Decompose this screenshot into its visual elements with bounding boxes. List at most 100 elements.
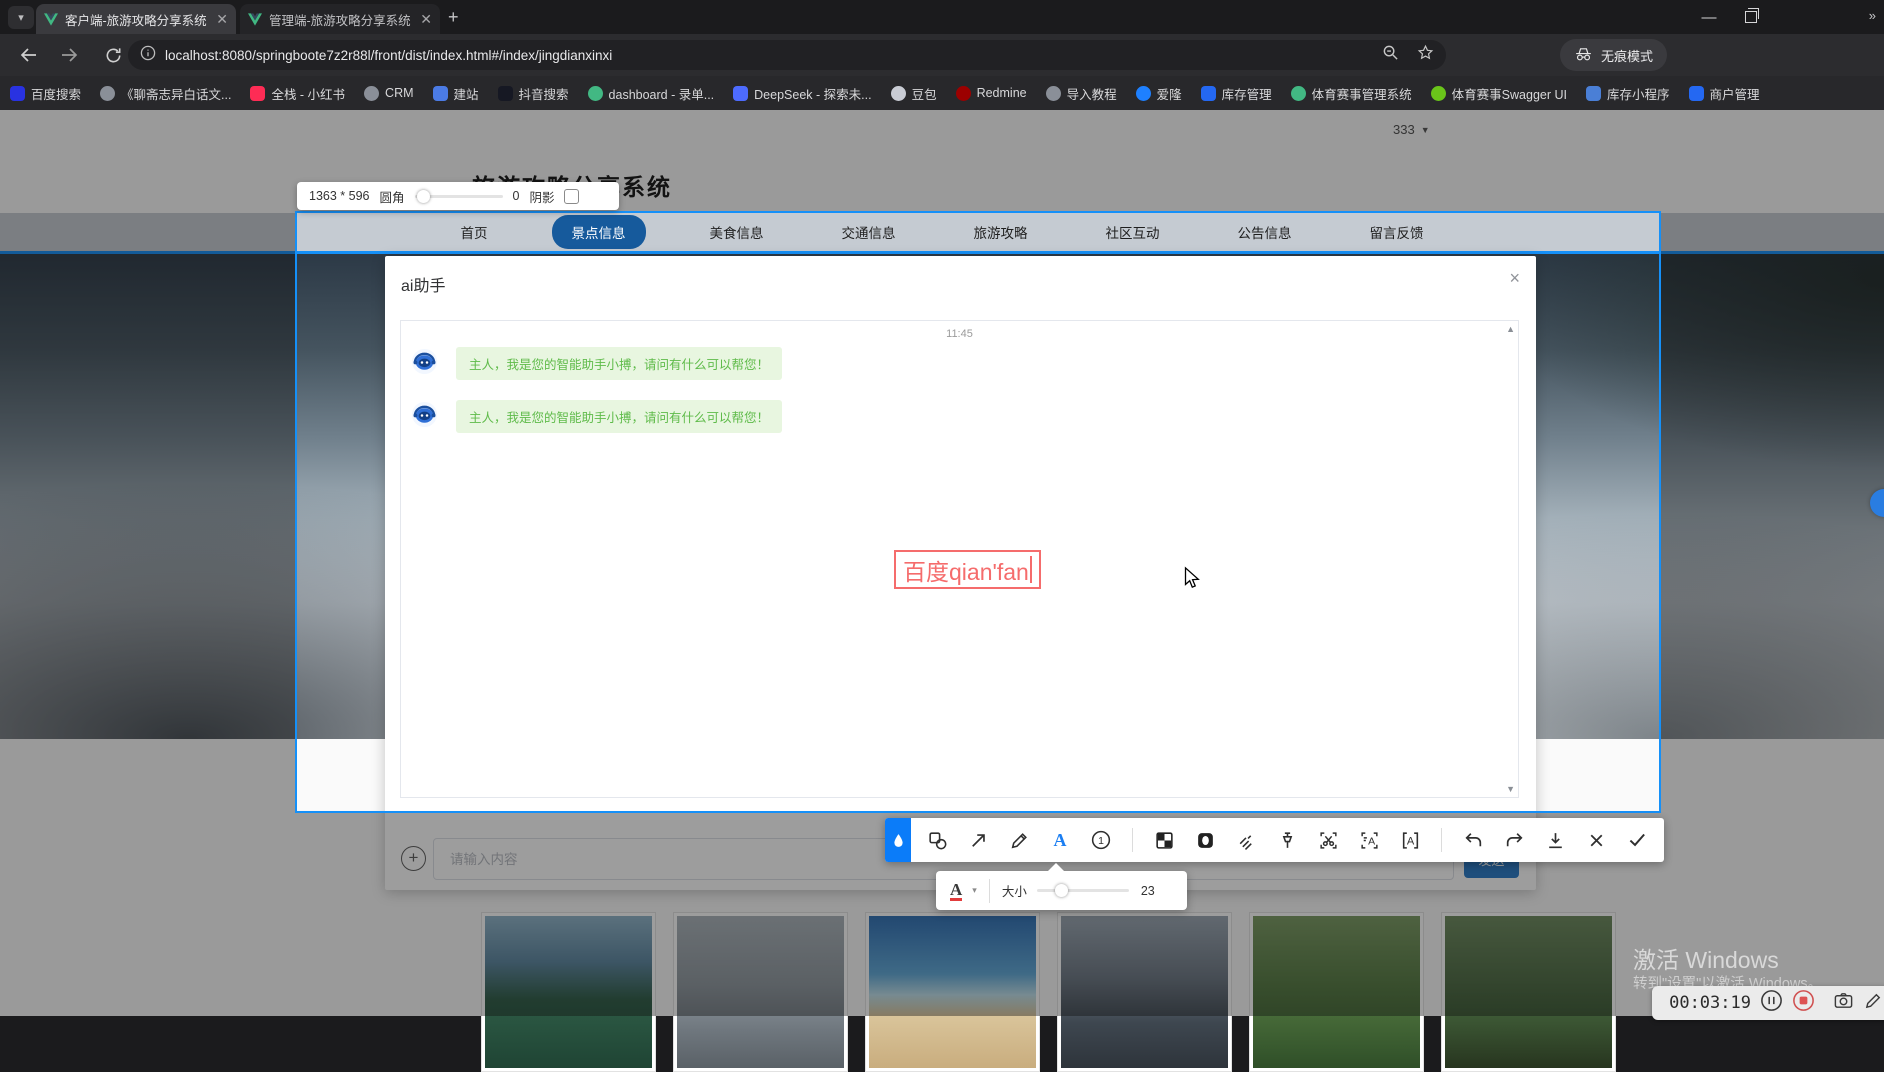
pause-recording-button[interactable] xyxy=(1760,989,1783,1017)
reload-button[interactable] xyxy=(98,40,128,70)
download-icon[interactable] xyxy=(1543,828,1567,852)
zoom-icon[interactable] xyxy=(1382,44,1399,66)
tab-title: 管理端-旅游攻略分享系统 xyxy=(269,10,414,29)
text-annotation-box[interactable]: 百度qian'fan xyxy=(894,550,1041,589)
bookmark-item[interactable]: 《聊斋志异白话文... xyxy=(100,84,231,103)
bookmark-star-icon[interactable] xyxy=(1417,44,1434,66)
text-tool-icon[interactable]: A xyxy=(1048,828,1072,852)
bookmark-favicon xyxy=(588,86,603,101)
blur-tool-icon[interactable] xyxy=(1193,828,1217,852)
bookmark-label: 体育赛事Swagger UI xyxy=(1452,84,1567,103)
cancel-icon[interactable] xyxy=(1584,828,1608,852)
incognito-badge: 无痕模式 xyxy=(1560,39,1667,71)
shadow-checkbox[interactable] xyxy=(564,189,579,204)
bookmark-label: Redmine xyxy=(977,86,1027,100)
bookmark-item[interactable]: 商户管理 xyxy=(1689,84,1760,103)
shadow-label: 阴影 xyxy=(529,187,554,206)
screenshot-camera-button[interactable] xyxy=(1833,990,1854,1016)
forward-button[interactable] xyxy=(56,40,86,70)
toolbar-divider xyxy=(1132,828,1133,852)
mouse-cursor xyxy=(1180,566,1202,595)
popup-divider xyxy=(989,879,990,903)
selection-size-value: 1363 * 596 xyxy=(309,189,369,203)
hatch-tool-icon[interactable] xyxy=(1234,828,1258,852)
window-restore-button[interactable] xyxy=(1730,0,1772,34)
text-options-popup: A ▾ 大小 23 xyxy=(936,871,1187,910)
new-tab-button[interactable]: + xyxy=(448,7,459,27)
pin-tool-icon[interactable] xyxy=(1275,828,1299,852)
bookmark-favicon xyxy=(1689,86,1704,101)
svg-text:1: 1 xyxy=(1098,836,1104,847)
annotate-pencil-button[interactable] xyxy=(1863,990,1884,1016)
ocr-tool-icon[interactable]: A xyxy=(1357,828,1381,852)
bookmark-item[interactable]: 体育赛事Swagger UI xyxy=(1431,84,1567,103)
bookmark-item[interactable]: 建站 xyxy=(433,84,479,103)
bookmark-label: 导入教程 xyxy=(1067,84,1117,103)
cut-tool-icon[interactable] xyxy=(1316,828,1340,852)
bookmark-item[interactable]: Redmine xyxy=(956,86,1027,101)
tab-close-icon[interactable]: ✕ xyxy=(420,11,432,28)
bookmark-label: 库存管理 xyxy=(1222,84,1272,103)
bookmark-label: 商户管理 xyxy=(1710,84,1760,103)
snip-size-bar: 1363 * 596 圆角 0 阴影 xyxy=(297,182,619,210)
tab-title: 客户端-旅游攻略分享系统 xyxy=(65,10,210,29)
bookmark-item[interactable]: CRM xyxy=(364,86,413,101)
url-text: localhost:8080/springboote7z2r88l/front/… xyxy=(165,48,1382,63)
stop-recording-button[interactable] xyxy=(1792,989,1815,1017)
toolbar-divider xyxy=(1441,828,1442,852)
snip-selection-rect[interactable] xyxy=(295,211,1661,813)
bookmark-label: 建站 xyxy=(454,84,479,103)
bookmark-item[interactable]: 豆包 xyxy=(891,84,937,103)
pen-tool-icon[interactable] xyxy=(1007,828,1031,852)
snip-dim-overlay-right xyxy=(1661,211,1884,813)
toolbar-handle[interactable] xyxy=(885,818,911,862)
chevron-down-icon[interactable]: ▾ xyxy=(972,885,977,896)
bookmark-label: 爱隆 xyxy=(1157,84,1182,103)
back-button[interactable] xyxy=(12,40,42,70)
font-color-picker[interactable]: A xyxy=(950,881,962,901)
tab-admin[interactable]: 管理端-旅游攻略分享系统 ✕ xyxy=(240,4,440,34)
bookmark-label: 库存小程序 xyxy=(1607,84,1670,103)
bookmark-item[interactable]: 抖音搜索 xyxy=(498,84,569,103)
bookmark-item[interactable]: 库存小程序 xyxy=(1586,84,1670,103)
mosaic-tool-icon[interactable] xyxy=(1152,828,1176,852)
bookmark-item[interactable]: 全栈 - 小红书 xyxy=(250,84,345,103)
snip-toolbar: A 1 A A xyxy=(885,818,1664,862)
bookmark-label: 豆包 xyxy=(912,84,937,103)
bookmark-label: 体育赛事管理系统 xyxy=(1312,84,1412,103)
browser-tab-bar: ▾ 客户端-旅游攻略分享系统 ✕ 管理端-旅游攻略分享系统 ✕ + — xyxy=(0,0,1884,34)
bookmark-item[interactable]: 百度搜索 xyxy=(10,84,81,103)
bookmark-label: 《聊斋志异白话文... xyxy=(121,84,231,103)
slider-knob[interactable] xyxy=(417,190,430,203)
address-bar[interactable]: localhost:8080/springboote7z2r88l/front/… xyxy=(128,40,1446,70)
bookmark-item[interactable]: 爱隆 xyxy=(1136,84,1182,103)
bookmark-item[interactable]: dashboard - 录单... xyxy=(588,84,715,103)
redo-icon[interactable] xyxy=(1502,828,1526,852)
svg-text:A: A xyxy=(1368,835,1375,847)
corner-radius-slider[interactable] xyxy=(415,195,503,198)
bookmark-item[interactable]: 体育赛事管理系统 xyxy=(1291,84,1412,103)
font-size-slider[interactable] xyxy=(1037,889,1129,892)
bookmark-item[interactable]: 导入教程 xyxy=(1046,84,1117,103)
bookmark-favicon xyxy=(250,86,265,101)
number-tool-icon[interactable]: 1 xyxy=(1089,828,1113,852)
tab-close-icon[interactable]: ✕ xyxy=(216,11,228,28)
tab-client[interactable]: 客户端-旅游攻略分享系统 ✕ xyxy=(36,4,236,34)
arrow-tool-icon[interactable] xyxy=(966,828,990,852)
translate-tool-icon[interactable]: A xyxy=(1398,828,1422,852)
font-size-value: 23 xyxy=(1141,884,1155,898)
recorder-bar: 00:03:19 xyxy=(1652,986,1884,1020)
confirm-icon[interactable] xyxy=(1625,828,1649,852)
slider-knob[interactable] xyxy=(1055,884,1068,897)
window-minimize-button[interactable]: — xyxy=(1688,0,1730,34)
shape-tool-icon[interactable] xyxy=(925,828,949,852)
bookmark-item[interactable]: 库存管理 xyxy=(1201,84,1272,103)
bookmarks-overflow-icon[interactable]: » xyxy=(1869,8,1876,23)
vue-logo-icon xyxy=(248,13,262,26)
bookmark-item[interactable]: DeepSeek - 探索未... xyxy=(733,84,871,103)
recording-time: 00:03:19 xyxy=(1669,993,1751,1013)
undo-icon[interactable] xyxy=(1461,828,1485,852)
site-info-icon[interactable] xyxy=(140,45,156,66)
tab-search-button[interactable]: ▾ xyxy=(8,6,34,29)
droplet-icon xyxy=(893,833,904,848)
